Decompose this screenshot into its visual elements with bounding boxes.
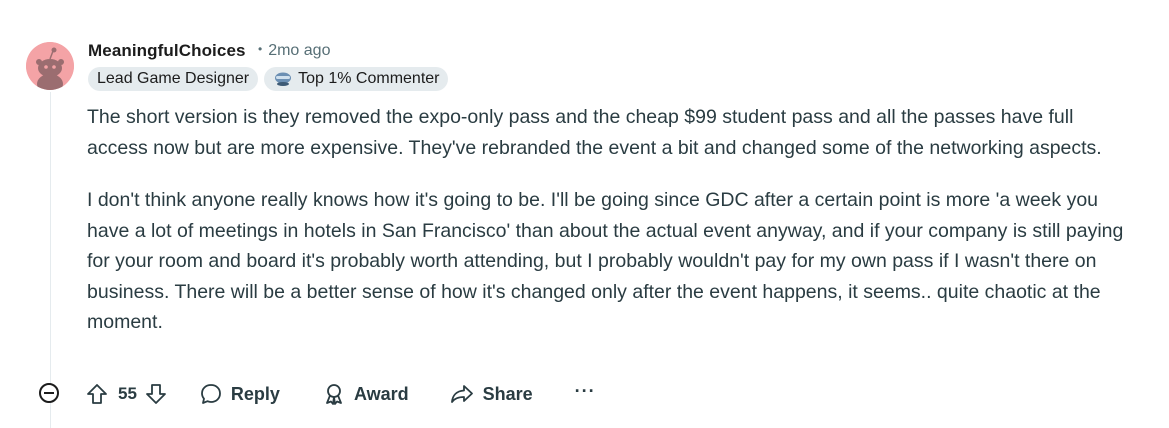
award-button[interactable]: Award	[322, 378, 409, 410]
snoo-avatar-icon	[26, 42, 74, 90]
author-username[interactable]: MeaningfulChoices	[88, 41, 246, 61]
comment-meta: • 2mo ago	[258, 42, 330, 60]
upvote-button[interactable]	[86, 378, 108, 410]
comment-body: The short version is they removed the ex…	[87, 102, 1127, 360]
flair-role: Lead Game Designer	[88, 67, 259, 91]
award-icon	[326, 384, 342, 405]
comment-paragraph: The short version is they removed the ex…	[87, 106, 1102, 159]
ellipsis-icon: ···	[574, 381, 596, 401]
downvote-arrow-icon	[146, 384, 166, 404]
share-button[interactable]: Share	[449, 378, 533, 410]
reply-button[interactable]: Reply	[199, 378, 280, 410]
collapse-thread-button[interactable]	[39, 383, 59, 403]
comment-timestamp[interactable]: 2mo ago	[268, 42, 330, 59]
thread-line	[50, 92, 51, 428]
top-commenter-icon	[273, 71, 293, 87]
vote-count: 55	[118, 384, 137, 403]
meta-separator: •	[258, 42, 263, 56]
user-flairs: Lead Game Designer Top 1% Commenter	[88, 67, 449, 91]
upvote-arrow-icon	[87, 384, 107, 404]
flair-top-commenter: Top 1% Commenter	[264, 67, 449, 91]
downvote-button[interactable]	[145, 378, 167, 410]
flair-role-label: Lead Game Designer	[97, 70, 250, 87]
share-label: Share	[482, 383, 533, 404]
share-arrow-icon	[450, 385, 473, 403]
avatar[interactable]	[26, 42, 74, 90]
award-label: Award	[353, 383, 409, 404]
comment-paragraph: I don't think anyone really knows how it…	[87, 189, 1124, 333]
flair-top-commenter-label: Top 1% Commenter	[298, 70, 440, 87]
comment-actions: 55 Reply Award Share ···	[86, 378, 596, 410]
reply-label: Reply	[230, 383, 280, 404]
more-options-button[interactable]: ···	[575, 375, 596, 413]
speech-bubble-icon	[201, 384, 221, 404]
